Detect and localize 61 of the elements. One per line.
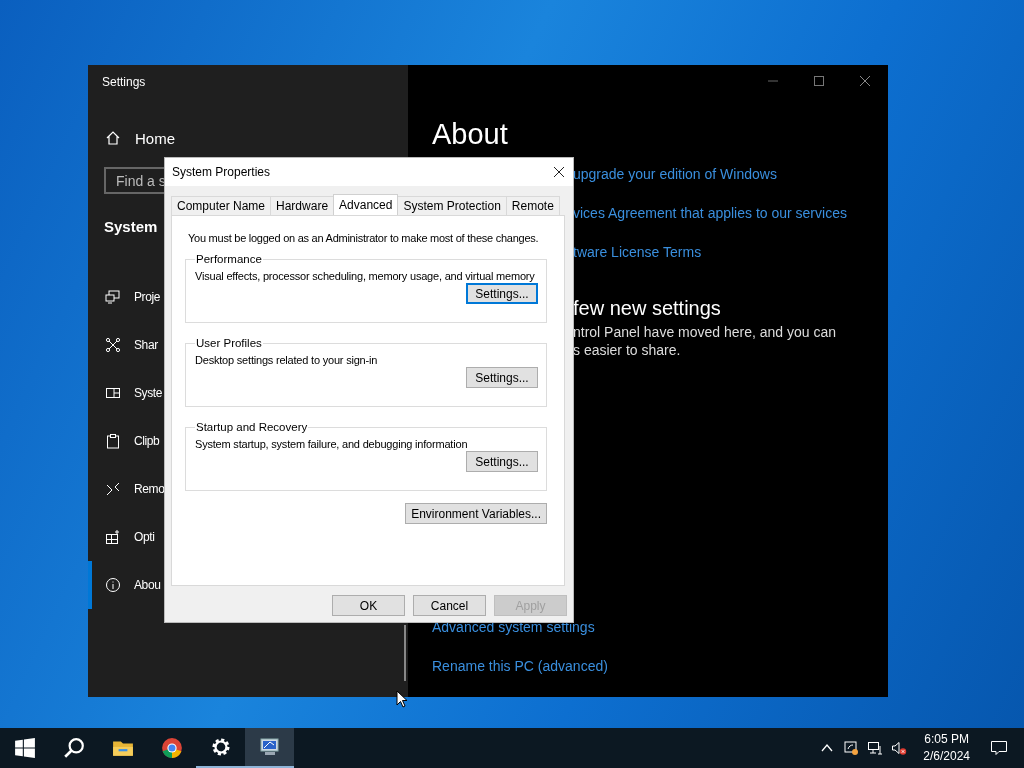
network-warning-icon[interactable] [843, 740, 860, 756]
taskbar-button[interactable] [245, 728, 294, 768]
home-icon [105, 130, 121, 146]
page-heading: About [432, 118, 509, 152]
nav-item[interactable]: Shar [88, 321, 160, 369]
notice-text: You must be logged on as an Administrator to make most of these changes. [188, 231, 539, 245]
notification-icon[interactable] [990, 740, 1008, 756]
wired-network-icon[interactable] [867, 740, 884, 756]
dialog-button[interactable]: OK [332, 595, 405, 616]
add-apps-icon [105, 529, 121, 545]
time: 6:05 PM [924, 731, 969, 748]
close-icon[interactable] [859, 75, 871, 87]
link[interactable]: upgrade your edition of Windows [573, 166, 888, 185]
search-icon [62, 737, 85, 759]
link[interactable]: tware License Terms [573, 244, 888, 263]
settings-button[interactable]: Settings... [466, 283, 538, 304]
windows-icon [13, 737, 36, 759]
paragraph-line: s easier to share. [573, 342, 682, 360]
cursor-icon [396, 690, 408, 708]
muted-speaker-icon[interactable] [891, 740, 908, 756]
group-legend: Performance [195, 253, 263, 265]
date: 2/6/2024 [923, 748, 970, 765]
link[interactable]: vices Agreement that applies to our services [573, 205, 888, 224]
close-icon[interactable] [553, 166, 565, 178]
group-legend: User Profiles [195, 337, 263, 349]
maximize-icon[interactable] [813, 75, 825, 87]
section-heading: System [104, 218, 158, 237]
nav-item[interactable]: Syste [88, 369, 164, 417]
home-link[interactable]: Home [88, 123, 175, 153]
link[interactable]: Advanced system settings [432, 619, 888, 639]
nav-item[interactable]: Proje [88, 273, 162, 321]
group-legend: Startup and Recovery [195, 421, 309, 433]
info-icon [105, 577, 121, 593]
tab[interactable]: Advanced [333, 194, 399, 215]
nav-item[interactable]: Clipb [88, 417, 162, 465]
browser-icon [160, 737, 183, 759]
dialog-button[interactable]: Cancel [413, 595, 486, 616]
window-title: Settings [101, 74, 146, 91]
group-description: Visual effects, processor scheduling, memory usage, and virtual memory [195, 269, 535, 283]
panel-icon [105, 385, 121, 401]
tab[interactable]: System Protection [397, 196, 507, 215]
share-icon [105, 337, 121, 353]
link[interactable]: Rename this PC (advanced) [432, 658, 888, 678]
computer-icon [258, 736, 281, 758]
settings-button[interactable]: Settings... [466, 367, 538, 388]
monitors-icon [105, 289, 121, 305]
tab[interactable]: Computer Name [171, 196, 272, 215]
paragraph-line: ntrol Panel have moved here, and you can [573, 324, 838, 342]
group-description: System startup, system failure, and debugging information [195, 437, 468, 451]
group-description: Desktop settings related to your sign-in [195, 353, 378, 367]
remote-icon [105, 481, 121, 497]
environment-variables-button[interactable]: Environment Variables... [405, 503, 547, 524]
gear-icon [209, 736, 232, 758]
nav-item[interactable]: Remo [88, 465, 167, 513]
tab[interactable]: Remote [505, 196, 560, 215]
clock[interactable]: 6:05 PM 2/6/2024 [923, 731, 970, 765]
dialog-title: System Properties [172, 165, 271, 179]
nav-item[interactable]: Opti [88, 513, 157, 561]
settings-button[interactable]: Settings... [466, 451, 538, 472]
section-heading: few new settings [573, 297, 722, 321]
clipboard-icon [105, 433, 121, 449]
